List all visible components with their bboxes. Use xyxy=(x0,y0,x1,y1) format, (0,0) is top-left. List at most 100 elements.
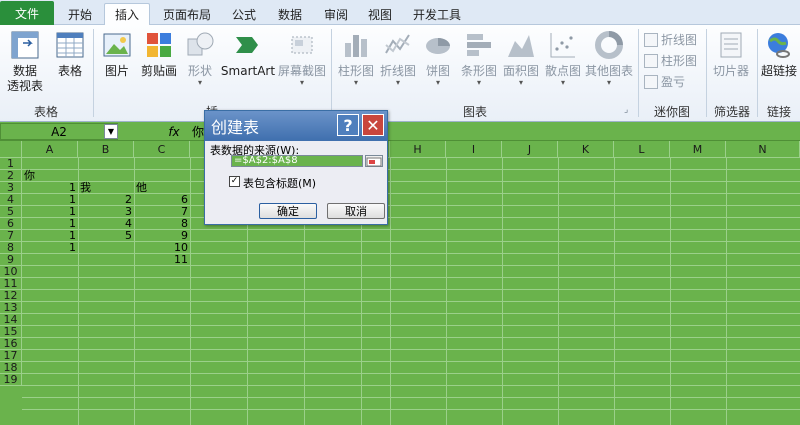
pivot-table-label-2: 透视表 xyxy=(6,79,43,93)
pivot-table-label-1: 数据 xyxy=(12,64,37,78)
line-chart-dropdown-icon: ▾ xyxy=(395,78,400,87)
table-range-input[interactable]: =$A$2:$A$8 xyxy=(231,155,363,167)
column-header[interactable]: A xyxy=(22,141,78,158)
sparkline-winloss-button[interactable]: 盈亏 xyxy=(644,73,685,90)
name-box[interactable]: A2 xyxy=(0,123,118,140)
sparkline-winloss-label: 盈亏 xyxy=(661,75,686,89)
grid-line xyxy=(22,385,800,386)
tab-view[interactable]: 视图 xyxy=(360,3,400,25)
shapes-dropdown-icon: ▾ xyxy=(197,78,202,87)
tab-formulas[interactable]: 公式 xyxy=(224,3,264,25)
scatter-chart-label: 散点图 xyxy=(544,64,581,78)
picture-button[interactable]: 图片 xyxy=(98,25,136,79)
slicer-icon xyxy=(720,32,742,58)
pivot-table-button[interactable]: 数据 透视表 xyxy=(2,25,48,94)
has-headers-label[interactable]: 表包含标题(M) xyxy=(243,175,316,191)
group-label-filter: 筛选器 xyxy=(713,105,750,119)
table-button[interactable]: 表格 xyxy=(52,25,88,79)
create-table-dialog: 创建表 ? ✕ 表数据的来源(W): =$A$2:$A$8 ✓ 表包含标题(M)… xyxy=(204,110,388,225)
picture-label: 图片 xyxy=(104,64,129,78)
tab-page-layout[interactable]: 页面布局 xyxy=(152,3,222,25)
column-header[interactable]: L xyxy=(614,141,670,158)
cancel-button[interactable]: 取消 xyxy=(327,203,385,219)
sparkline-winloss-icon xyxy=(644,74,658,89)
file-tab[interactable]: 文件 xyxy=(0,1,54,25)
ribbon: 数据 透视表 表格 表格 图片 剪贴画 形状 ▾ SmartArt 屏幕截图 ▾… xyxy=(0,25,800,122)
grid-line xyxy=(22,361,800,362)
column-header[interactable]: B xyxy=(78,141,134,158)
column-header[interactable]: N xyxy=(726,141,800,158)
sparkline-line-button[interactable]: 折线图 xyxy=(644,31,697,48)
pie-chart-button[interactable]: 饼图 ▾ xyxy=(420,25,456,87)
cell-b7[interactable]: 5 xyxy=(78,230,134,242)
smartart-icon xyxy=(236,37,258,53)
cell-c9[interactable]: 11 xyxy=(134,254,190,266)
hyperlink-label: 超链接 xyxy=(760,64,797,78)
screenshot-icon xyxy=(291,36,313,54)
bar-chart-label: 条形图 xyxy=(460,64,497,78)
slicer-button[interactable]: 切片器 xyxy=(708,25,754,79)
ribbon-separator xyxy=(331,29,332,117)
grid-line xyxy=(22,397,800,398)
tab-data[interactable]: 数据 xyxy=(268,3,312,25)
column-header[interactable]: J xyxy=(502,141,558,158)
charts-dialog-launcher-icon[interactable]: ⌟ xyxy=(624,105,628,115)
shapes-label: 形状 xyxy=(187,64,212,78)
select-all-corner[interactable] xyxy=(0,141,22,158)
column-chart-button[interactable]: 柱形图 ▾ xyxy=(336,25,376,87)
row-header[interactable]: 19 xyxy=(0,373,22,386)
grid-line xyxy=(22,301,800,302)
tab-review[interactable]: 审阅 xyxy=(316,3,356,25)
range-picker-icon[interactable] xyxy=(365,155,383,167)
shapes-button[interactable]: 形状 ▾ xyxy=(182,25,218,87)
tab-insert[interactable]: 插入 xyxy=(104,3,150,26)
hyperlink-button[interactable]: 超链接 xyxy=(758,25,800,79)
bar-chart-icon xyxy=(467,34,491,56)
area-chart-label: 面积图 xyxy=(502,64,539,78)
table-icon xyxy=(56,32,84,58)
screenshot-button[interactable]: 屏幕截图 ▾ xyxy=(276,25,328,87)
worksheet-grid[interactable]: A B C D E F H I J K L M N 1 2 3 4 5 6 7 … xyxy=(0,141,800,425)
screenshot-label: 屏幕截图 xyxy=(277,64,326,78)
insert-function-icon[interactable]: fx xyxy=(160,123,188,140)
ribbon-tab-bar: 文件 开始 插入 页面布局 公式 数据 审阅 视图 开发工具 xyxy=(0,0,800,26)
pie-chart-label: 饼图 xyxy=(425,64,450,78)
has-headers-checkbox[interactable]: ✓ xyxy=(229,176,240,187)
clipart-button[interactable]: 剪贴画 xyxy=(138,25,180,79)
formula-bar: A2 ▼ fx 你 xyxy=(0,122,800,141)
tab-home[interactable]: 开始 xyxy=(58,3,102,25)
bar-chart-dropdown-icon: ▾ xyxy=(476,78,481,87)
column-chart-dropdown-icon: ▾ xyxy=(353,78,358,87)
scatter-chart-button[interactable]: 散点图 ▾ xyxy=(542,25,584,87)
grid-line xyxy=(22,313,800,314)
scatter-chart-dropdown-icon: ▾ xyxy=(560,78,565,87)
cell-a8[interactable]: 1 xyxy=(22,242,78,254)
area-chart-icon xyxy=(508,35,534,57)
pie-chart-dropdown-icon: ▾ xyxy=(435,78,440,87)
group-label-sparklines: 迷你图 xyxy=(653,105,690,119)
smartart-button[interactable]: SmartArt xyxy=(220,25,276,79)
pivot-table-icon xyxy=(11,31,39,59)
group-label-links: 链接 xyxy=(766,105,791,119)
ok-button[interactable]: 确定 xyxy=(259,203,317,219)
bar-chart-button[interactable]: 条形图 ▾ xyxy=(458,25,500,87)
group-label-tables: 表格 xyxy=(33,105,58,119)
column-header[interactable]: H xyxy=(390,141,446,158)
grid-line xyxy=(22,349,800,350)
range-picker-glyph-icon xyxy=(366,157,382,167)
pie-chart-icon xyxy=(426,38,450,54)
sparkline-column-button[interactable]: 柱形图 xyxy=(644,52,697,69)
smartart-label: SmartArt xyxy=(220,64,276,78)
column-header[interactable]: K xyxy=(558,141,614,158)
column-header[interactable]: M xyxy=(670,141,726,158)
line-chart-button[interactable]: 折线图 ▾ xyxy=(378,25,418,87)
name-box-dropdown-icon[interactable]: ▼ xyxy=(104,124,118,139)
dialog-title-bar[interactable]: 创建表 xyxy=(205,111,387,141)
dialog-help-button[interactable]: ? xyxy=(337,114,359,136)
area-chart-button[interactable]: 面积图 ▾ xyxy=(500,25,542,87)
column-header[interactable]: C xyxy=(134,141,190,158)
other-charts-button[interactable]: 其他图表 ▾ xyxy=(582,25,636,87)
column-header[interactable]: I xyxy=(446,141,502,158)
tab-developer[interactable]: 开发工具 xyxy=(404,3,470,25)
dialog-close-button[interactable]: ✕ xyxy=(362,114,384,136)
